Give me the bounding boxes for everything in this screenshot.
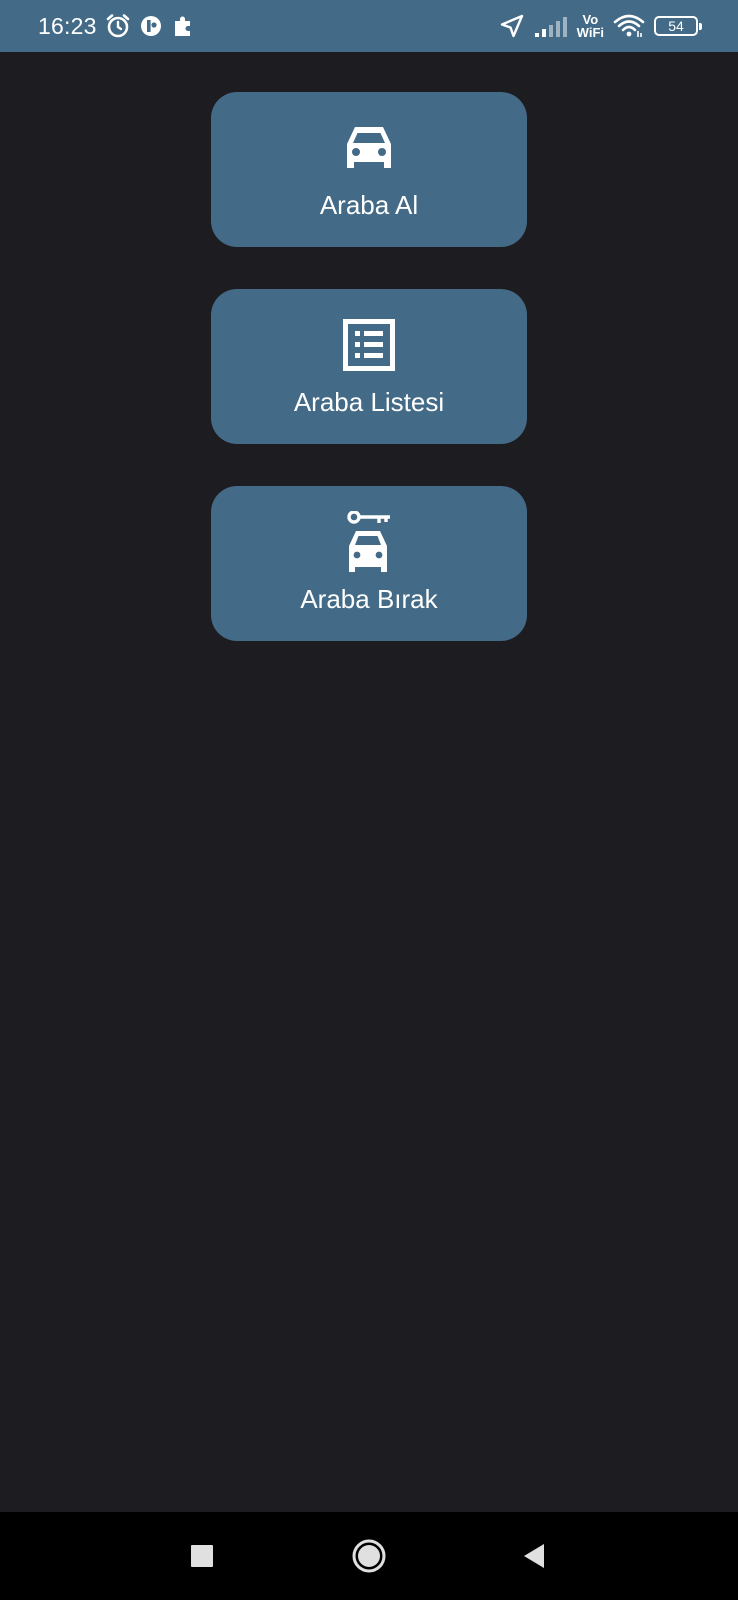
clock: 16:23 xyxy=(38,12,97,39)
square-icon xyxy=(191,1545,213,1567)
navigation-bar xyxy=(0,1512,738,1600)
recents-button[interactable] xyxy=(180,1512,224,1600)
main-menu: Araba Al Araba Listesi Araba Bırak xyxy=(211,92,527,683)
return-car-button[interactable]: Araba Bırak xyxy=(211,486,527,641)
back-button[interactable] xyxy=(512,1512,556,1600)
alarm-icon xyxy=(105,13,131,39)
status-bar-right: Vo WiFi 54 xyxy=(499,0,702,52)
puzzle-icon xyxy=(171,14,195,38)
car-list-button[interactable]: Araba Listesi xyxy=(211,289,527,444)
wifi-label: WiFi xyxy=(576,25,604,40)
signal-icon xyxy=(534,15,568,37)
car-list-label: Araba Listesi xyxy=(293,387,445,417)
circle-icon xyxy=(352,1539,386,1573)
return-car-label: Araba Bırak xyxy=(300,584,438,614)
battery-icon: 54 xyxy=(654,16,702,36)
car-key-icon xyxy=(346,511,392,572)
list-icon xyxy=(343,315,395,375)
battery-level: 54 xyxy=(668,18,684,34)
app-notification-icon xyxy=(139,14,163,38)
car-icon xyxy=(342,118,396,178)
status-bar: 16:23 Vo WiFi 54 xyxy=(0,0,738,52)
location-arrow-icon xyxy=(499,13,525,39)
vowifi-indicator: Vo WiFi xyxy=(577,13,604,39)
home-button[interactable] xyxy=(347,1512,391,1600)
back-triangle-icon xyxy=(524,1544,544,1568)
buy-car-button[interactable]: Araba Al xyxy=(211,92,527,247)
app-screen: 16:23 Vo WiFi 54 Araba Al Araba Listesi … xyxy=(0,0,738,1600)
buy-car-label: Araba Al xyxy=(319,190,419,220)
wifi-icon xyxy=(613,13,645,39)
status-bar-left: 16:23 xyxy=(38,0,195,52)
